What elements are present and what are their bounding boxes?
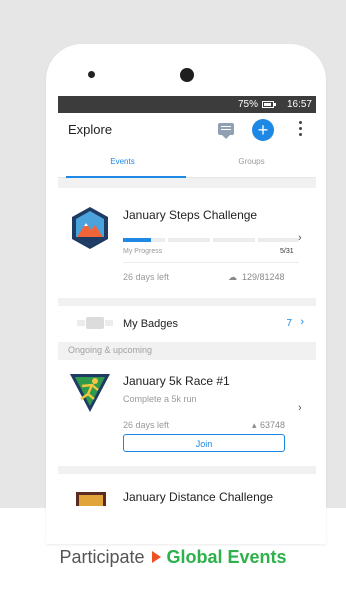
section-header-label: Ongoing & upcoming — [68, 345, 153, 355]
progress-value: 5/31 — [280, 248, 294, 255]
arrow-right-icon — [151, 551, 161, 564]
people-icon: ☁ — [228, 272, 237, 282]
camera-icon — [180, 68, 194, 82]
progress-label: My Progress — [123, 248, 163, 255]
person-icon: ▴ — [252, 420, 257, 430]
my-badges-row[interactable]: My Badges 7 › — [58, 306, 316, 342]
chevron-right-icon: › — [300, 316, 304, 328]
distance-challenge-card[interactable]: January Distance Challenge — [58, 474, 316, 508]
chat-icon[interactable] — [218, 123, 234, 139]
race-subtitle: Complete a 5k run — [123, 394, 197, 404]
challenge-title: January Distance Challenge — [123, 490, 274, 504]
progress-bar — [123, 238, 299, 242]
join-button[interactable]: Join — [123, 434, 285, 452]
participant-count: 63748 — [260, 420, 286, 430]
chevron-right-icon: › — [298, 402, 302, 414]
race-card[interactable]: January 5k Race #1 Complete a 5k run › 2… — [58, 360, 316, 466]
runner-badge-icon — [70, 374, 110, 412]
speaker-icon — [88, 71, 95, 78]
status-bar: 75% 16:57 — [58, 96, 316, 113]
more-options-icon[interactable] — [299, 121, 303, 139]
tab-bar: Events Groups — [58, 147, 316, 178]
steps-challenge-card[interactable]: January Steps Challenge My Progress 5/31… — [58, 188, 316, 298]
section-spacer — [58, 298, 316, 306]
section-header: Ongoing & upcoming — [58, 342, 316, 360]
promo-caption: Participate Global Events — [0, 547, 346, 568]
tab-events[interactable]: Events — [58, 147, 187, 177]
status-time: 16:57 — [286, 99, 312, 110]
page-title: Explore — [68, 122, 113, 137]
battery-percent: 75% — [237, 99, 258, 110]
add-button[interactable]: + — [252, 119, 274, 141]
days-left: 26 days left — [123, 420, 170, 430]
phone-screen: 75% 16:57 Explore + Events Groups Januar… — [58, 96, 316, 508]
mountain-badge-icon — [72, 207, 108, 249]
participant-count: 129/81248 — [242, 272, 285, 282]
distance-badge-icon — [76, 492, 106, 506]
days-left: 26 days left — [123, 272, 170, 282]
challenge-title: January Steps Challenge — [123, 208, 258, 222]
tab-groups[interactable]: Groups — [187, 147, 316, 177]
divider — [123, 262, 299, 263]
progress-fill — [123, 238, 151, 242]
chevron-right-icon: › — [298, 232, 302, 244]
app-bar: Explore + — [58, 113, 316, 147]
race-title: January 5k Race #1 — [123, 374, 230, 388]
section-spacer — [58, 466, 316, 474]
caption-prefix: Participate — [59, 547, 145, 567]
badges-icon — [77, 317, 113, 329]
section-spacer — [58, 178, 316, 188]
caption-highlight: Global Events — [166, 547, 287, 567]
badges-label: My Badges — [123, 318, 179, 330]
badges-count: 7 — [286, 318, 292, 329]
battery-icon — [262, 101, 276, 108]
